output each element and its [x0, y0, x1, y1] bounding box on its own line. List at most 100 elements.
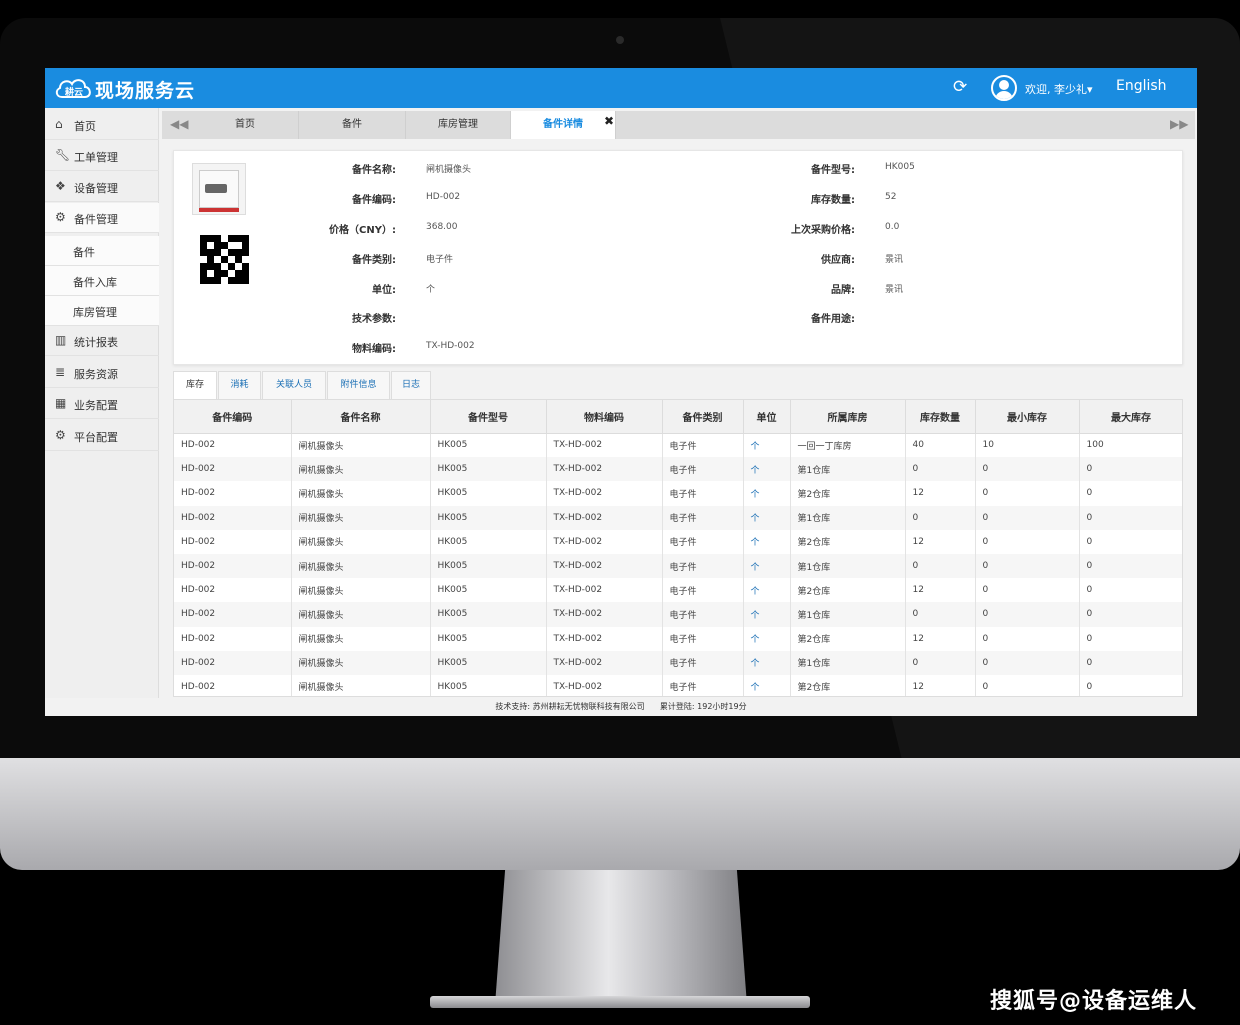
field-label-stock: 库存数量: [811, 195, 855, 206]
table-row[interactable]: HD-002 闸机摄像头 HK005 TX-HD-002 电子件个第1仓库 0 0 0 [174, 505, 1182, 530]
table-cell: 0 [975, 481, 1080, 506]
subtab-consumption[interactable]: 消耗 [218, 371, 261, 400]
field-value-unit: 个 [426, 285, 436, 295]
table-cell: 0 [1079, 650, 1182, 675]
table-row[interactable]: HD-002 闸机摄像头 HK005 TX-HD-002 电子件个第2仓库 12 0 0 [174, 674, 1182, 696]
table-cell: 12 [905, 481, 976, 506]
field-label-material-code: 物料编码: [352, 344, 396, 355]
field-label-tech-params: 技术参数: [352, 314, 396, 325]
table-row[interactable]: HD-002 闸机摄像头 HK005 TX-HD-002 电子件个一回一丁库房 40 10 1… [174, 433, 1182, 458]
watermark: 搜狐号@设备运维人 [990, 989, 1198, 1014]
table-cell: HD-002 [174, 602, 292, 627]
column-header[interactable]: 备件编码 [174, 400, 292, 434]
subtab-related-people[interactable]: 关联人员 [262, 371, 326, 400]
table-row[interactable]: HD-002 闸机摄像头 HK005 TX-HD-002 电子件个第1仓库 0 0 0 [174, 650, 1182, 675]
table-cell: 0 [905, 650, 976, 675]
column-header[interactable]: 最小库存 [975, 400, 1080, 434]
table-cell: 电子件 [662, 626, 744, 651]
tab-scroll-left-icon[interactable]: ◀◀ [170, 117, 188, 131]
table-cell: HK005 [430, 650, 547, 675]
tab-spareparts[interactable]: 备件 [299, 111, 406, 139]
table-cell: 电子件 [662, 505, 744, 530]
table-row[interactable]: HD-002 闸机摄像头 HK005 TX-HD-002 电子件个第2仓库 12 0 0 [174, 529, 1182, 554]
table-cell: 第1仓库 [790, 505, 906, 530]
field-label-model: 备件型号: [811, 165, 855, 176]
table-cell: 第2仓库 [790, 674, 906, 696]
table-cell: TX-HD-002 [546, 602, 663, 627]
language-switch[interactable]: English [1116, 78, 1167, 94]
table-cell: 0 [975, 626, 1080, 651]
subtab-log[interactable]: 日志 [391, 371, 431, 400]
refresh-icon[interactable]: ⟳ [953, 77, 967, 97]
field-label-supplier: 供应商: [821, 255, 855, 266]
table-cell: HD-002 [174, 529, 292, 554]
sidebar-item-reports[interactable]: ▥ 统计报表 [45, 326, 159, 356]
column-header[interactable]: 所属库房 [790, 400, 906, 434]
part-photo[interactable] [192, 163, 246, 215]
table-cell: HD-002 [174, 578, 292, 603]
column-header[interactable]: 备件名称 [291, 400, 431, 434]
sidebar-item-resources[interactable]: ≣ 服务资源 [45, 358, 159, 388]
table-cell: 0 [975, 674, 1080, 696]
sidebar-item-devices[interactable]: ❖ 设备管理 [45, 172, 159, 202]
sidebar-subitem-inbound[interactable]: 备件入库 [45, 266, 159, 296]
part-detail-card: 备件名称: 闸机摄像头 备件编码: HD-002 价格（CNY）: 368.00… [173, 150, 1183, 365]
table-cell: 个 [743, 626, 791, 651]
table-cell: 闸机摄像头 [291, 674, 431, 696]
cloud-logo-icon: 耕云 [55, 79, 91, 98]
column-header[interactable]: 备件类别 [662, 400, 744, 434]
table-cell: 0 [1079, 602, 1182, 627]
monitor-stand [495, 870, 747, 1005]
column-header[interactable]: 最大库存 [1079, 400, 1182, 434]
close-tab-icon[interactable]: ✖ [604, 114, 614, 128]
sidebar-item-workorders[interactable]: 🔧︎ 工单管理 [45, 141, 159, 171]
table-cell: 0 [1079, 674, 1182, 696]
table-cell: HD-002 [174, 650, 292, 675]
column-header[interactable]: 库存数量 [905, 400, 976, 434]
table-row[interactable]: HD-002 闸机摄像头 HK005 TX-HD-002 电子件个第2仓库 12 0 0 [174, 626, 1182, 651]
sidebar-item-business-config[interactable]: ▦ 业务配置 [45, 389, 159, 419]
tab-part-detail[interactable]: 备件详情 [511, 111, 616, 139]
database-icon: ≣ [55, 365, 66, 379]
table-cell: 0 [1079, 578, 1182, 603]
sidebar-subitem-warehouse[interactable]: 库房管理 [45, 296, 159, 326]
sidebar-item-home[interactable]: ⌂ 首页 [45, 110, 159, 140]
table-cell: 0 [1079, 553, 1182, 579]
field-value-material-code: TX-HD-002 [426, 341, 475, 351]
avatar[interactable] [991, 75, 1017, 101]
cogs-icon: ⚙ [55, 210, 66, 224]
subtab-attachments[interactable]: 附件信息 [327, 371, 390, 400]
field-value-category: 电子件 [426, 255, 454, 265]
tab-home[interactable]: 首页 [192, 111, 299, 139]
table-row[interactable]: HD-002 闸机摄像头 HK005 TX-HD-002 电子件个第1仓库 0 0 0 [174, 553, 1182, 579]
table-row[interactable]: HD-002 闸机摄像头 HK005 TX-HD-002 电子件个第2仓库 12 0 0 [174, 481, 1182, 506]
table-cell: 个 [743, 553, 791, 579]
table-cell: 第1仓库 [790, 650, 906, 675]
home-icon: ⌂ [55, 117, 63, 131]
tab-warehouse[interactable]: 库房管理 [406, 111, 511, 139]
table-cell: 第1仓库 [790, 457, 906, 482]
user-menu[interactable]: 欢迎, 李少礼▾ [1025, 81, 1093, 97]
subtab-inventory[interactable]: 库存 [173, 371, 217, 400]
table-cell: 个 [743, 674, 791, 696]
table-cell: 闸机摄像头 [291, 529, 431, 554]
logo-text: 耕云 [65, 86, 83, 98]
tab-scroll-right-icon[interactable]: ▶▶ [1170, 117, 1188, 131]
table-row[interactable]: HD-002 闸机摄像头 HK005 TX-HD-002 电子件个第1仓库 0 0 0 [174, 602, 1182, 627]
gear-icon: ⚙ [55, 428, 66, 442]
table-row[interactable]: HD-002 闸机摄像头 HK005 TX-HD-002 电子件个第2仓库 12 0 0 [174, 578, 1182, 603]
wrench-icon: 🔧︎ [55, 148, 71, 162]
sidebar-subitem-parts[interactable]: 备件 [45, 236, 159, 266]
table-cell: 个 [743, 481, 791, 506]
column-header[interactable]: 单位 [743, 400, 791, 434]
column-header[interactable]: 物料编码 [546, 400, 663, 434]
table-row[interactable]: HD-002 闸机摄像头 HK005 TX-HD-002 电子件个第1仓库 0 0 0 [174, 457, 1182, 482]
column-header[interactable]: 备件型号 [430, 400, 547, 434]
sidebar-item-spareparts[interactable]: ⚙ 备件管理 [45, 203, 159, 233]
table-cell: 闸机摄像头 [291, 626, 431, 651]
table-cell: HD-002 [174, 674, 292, 696]
table-cell: 电子件 [662, 578, 744, 603]
table-cell: 个 [743, 457, 791, 482]
table-cell: 40 [905, 433, 976, 458]
sidebar-item-platform-config[interactable]: ⚙ 平台配置 [45, 421, 159, 451]
